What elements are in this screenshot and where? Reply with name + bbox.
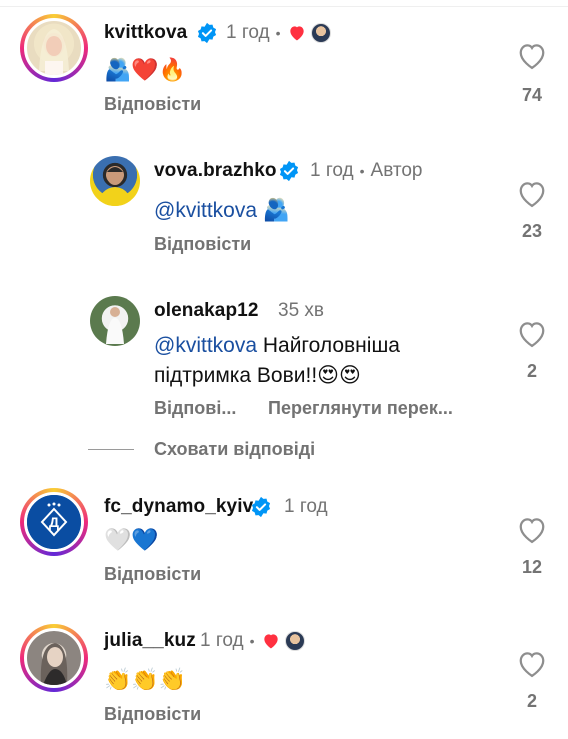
hide-replies-button[interactable]: Сховати відповіді: [154, 439, 315, 460]
comment-text-line1: Найголовніша: [262, 334, 400, 357]
like-count: 12: [521, 557, 543, 577]
svg-text:Д: Д: [49, 514, 59, 530]
comment-meta: 1 год •: [196, 22, 331, 44]
author-avatar-mini: [284, 631, 305, 651]
like-control: 23: [512, 180, 552, 242]
reply-button[interactable]: Відповісти: [104, 94, 201, 115]
mention-link[interactable]: @kvittkova: [154, 334, 257, 357]
heart-outline-icon[interactable]: [517, 650, 547, 678]
comment-meta: 1 год •: [200, 630, 305, 652]
avatar[interactable]: [90, 296, 140, 346]
separator-dot: •: [359, 163, 365, 179]
comment-text: @kvittkova Найголовніша підтримка Вови!!…: [154, 331, 494, 391]
comment-emoji: 🫂: [262, 198, 291, 223]
comment-username[interactable]: vova.brazhko: [154, 160, 277, 182]
reply-button[interactable]: Відповісти: [104, 704, 201, 725]
avatar[interactable]: [90, 156, 140, 206]
comment-meta: 1 год: [250, 496, 328, 518]
comment-time: 1 год: [200, 630, 244, 651]
separator-dot: •: [249, 633, 255, 649]
like-count: 23: [521, 221, 543, 241]
dynamo-logo-icon: Д: [27, 495, 81, 549]
comment-text-line2: підтримка Вови!!😍😍: [154, 364, 361, 387]
reply-button[interactable]: Відповісти: [104, 564, 201, 585]
avatar[interactable]: Д: [20, 488, 88, 556]
red-heart-icon: [289, 26, 304, 41]
comment-text: @kvittkova 🫂: [154, 196, 290, 226]
avatar[interactable]: [20, 14, 88, 82]
author-tag: Автор: [370, 160, 423, 181]
like-control: 12: [512, 516, 552, 578]
top-divider: [0, 6, 568, 7]
like-control: 2: [512, 650, 552, 712]
comment-time: 35 хв: [278, 300, 325, 321]
comment-username[interactable]: fc_dynamo_kyiv: [104, 496, 253, 518]
comment-username[interactable]: olenakap12: [154, 300, 259, 322]
comment-time: 1 год: [284, 496, 328, 517]
author-avatar-mini: [310, 23, 331, 43]
heart-outline-icon[interactable]: [517, 42, 547, 70]
comment-text: 🫂❤️🔥: [104, 58, 187, 83]
verified-badge-icon: [251, 496, 271, 518]
avatar[interactable]: [20, 624, 88, 692]
hide-replies-divider: [88, 449, 134, 450]
comment-username[interactable]: kvittkova: [104, 22, 187, 44]
like-control: 74: [512, 42, 552, 106]
reply-button[interactable]: Відповісти: [154, 234, 251, 255]
comment-text: 👏👏👏: [104, 668, 187, 693]
heart-outline-icon[interactable]: [517, 180, 547, 208]
see-translation-link[interactable]: Переглянути перек...: [268, 398, 453, 419]
like-count: 2: [526, 361, 537, 381]
like-count: 2: [526, 691, 537, 711]
reply-button[interactable]: Відпові...: [154, 398, 236, 419]
heart-outline-icon[interactable]: [517, 320, 547, 348]
like-control: 2: [512, 320, 552, 382]
verified-badge-icon: [197, 22, 217, 44]
separator-dot: •: [275, 25, 281, 41]
verified-badge-icon: [279, 160, 299, 182]
mention-link[interactable]: @kvittkova: [154, 199, 257, 222]
red-heart-icon: [263, 634, 278, 649]
comment-username[interactable]: julia__kuz: [104, 630, 196, 652]
like-count: 74: [521, 85, 543, 105]
comment-text: 🤍💙: [104, 528, 159, 553]
comment-time: 1 год: [310, 160, 354, 181]
comment-time: 1 год: [226, 22, 270, 43]
heart-outline-icon[interactable]: [517, 516, 547, 544]
comment-meta: 1 год • Автор: [278, 160, 423, 182]
